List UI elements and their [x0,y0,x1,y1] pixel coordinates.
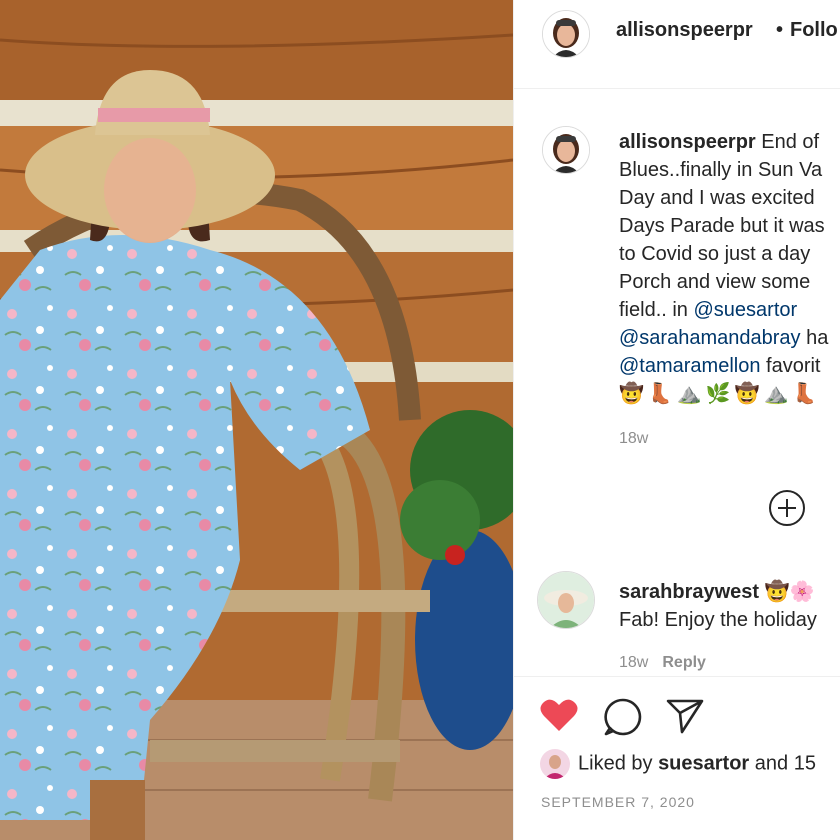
author-avatar[interactable] [542,10,590,58]
caption-line: Blues..finally in Sun Va [619,159,823,181]
caption-author-avatar[interactable] [542,126,590,174]
post-header: allisonspeerpr • Follo [514,0,840,89]
caption-timestamp[interactable]: 18w [619,430,648,448]
follow-button[interactable]: Follo [790,19,838,42]
caption-line: Days Parade but it was [619,215,825,237]
heart-icon[interactable] [540,698,578,732]
liked-by-user-link[interactable]: suesartor [658,752,749,774]
mention-link[interactable]: @sarahamandabray [619,327,801,349]
comment-timestamp[interactable]: 18w [619,654,648,671]
mention-link[interactable]: @suesartor [693,299,797,321]
comment-icon[interactable] [604,698,642,736]
comment-emojis: 🤠🌸 [764,581,815,603]
liked-by-suffix[interactable]: and 15 [749,752,816,774]
caption-line: Day and I was excited [619,187,815,209]
post-actions: Liked by suesartor and 15 SEPTEMBER 7, 2… [514,676,840,840]
post-photo [0,0,513,840]
separator-dot: • [776,19,784,41]
caption-line: ha [800,327,829,349]
comment-meta: 18w Reply [619,654,706,672]
author-username-link[interactable]: allisonspeerpr [616,19,753,42]
share-icon[interactable] [666,698,704,734]
reply-button[interactable]: Reply [662,654,706,671]
caption-line: End of [755,131,820,153]
likes-summary: Liked by suesartor and 15 [540,749,816,779]
liker-avatar[interactable] [540,749,570,779]
post-side-panel: allisonspeerpr • Follo allisonspeerpr En… [513,0,840,840]
plus-circle-icon[interactable] [769,490,805,526]
caption-line: Porch and view some [619,271,811,293]
caption-text: allisonspeerpr End of Blues..finally in … [619,128,840,408]
caption-line: favorit [760,355,821,377]
comment-body: Fab! Enjoy the holiday [619,609,817,631]
caption-emojis: 🤠👢⛰️🌿🤠⛰️👢 [619,383,822,405]
liked-by-prefix: Liked by [578,752,659,775]
post-date[interactable]: SEPTEMBER 7, 2020 [541,794,695,810]
caption-line: to Covid so just a day [619,243,811,265]
caption-line: field.. in [619,299,694,321]
commenter-username-link[interactable]: sarahbraywest [619,581,759,603]
caption-username-link[interactable]: allisonspeerpr [619,131,756,153]
mention-link[interactable]: @tamaramellon [619,355,760,377]
comment-text: sarahbraywest 🤠🌸 Fab! Enjoy the holiday [619,578,817,634]
commenter-avatar[interactable] [537,571,595,629]
